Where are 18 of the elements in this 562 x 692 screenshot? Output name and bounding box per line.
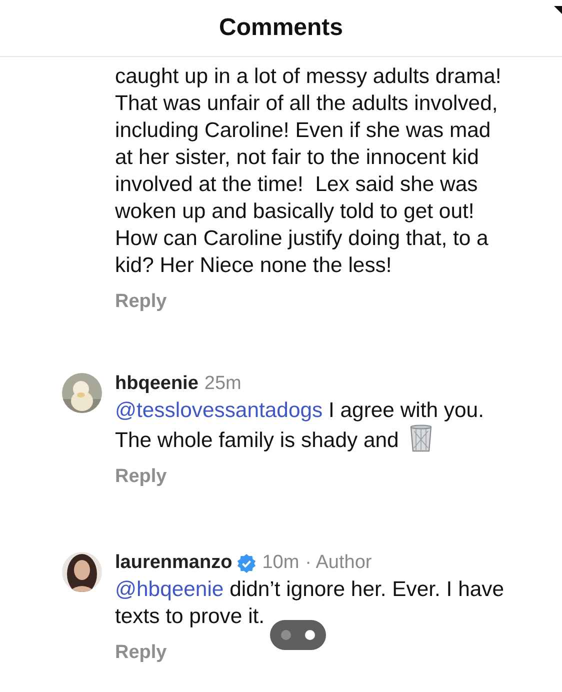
comment-text: caught up in a lot of messy adults drama! That was unfair of all the adults involved, including Caroline! Even if she was mad at her sister, not fair to the innocent kid involved at the time! Lex said she was woken up and basically told to get out! How can Caroline justify doing that, to a kid? Her Niece none the less! [115, 64, 502, 279]
header-title: Comments [218, 14, 344, 42]
username[interactable]: laurenmanzo [115, 552, 232, 574]
reply-button[interactable]: Reply [115, 466, 167, 488]
author-label: · Author [305, 552, 372, 574]
comment-time: 25m [204, 373, 242, 395]
comment-text: @tesslovessantadogs I agree with you. The whole family is shady and [115, 398, 485, 454]
reply-button[interactable]: Reply [115, 291, 167, 313]
mention-link[interactable]: @hbqeenie [115, 578, 224, 601]
page-dot[interactable] [281, 630, 291, 640]
page-indicator[interactable] [270, 620, 326, 650]
comment-text: @hbqeenie didn’t ignore her. Ever. I have texts to prove it. [115, 577, 506, 630]
caret-icon [554, 6, 562, 14]
comment-time: 10m [262, 552, 300, 574]
page-dot[interactable] [305, 630, 315, 640]
mention-link[interactable]: @tesslovessantadogs [115, 399, 323, 422]
reply-button[interactable]: Reply [115, 642, 167, 664]
username[interactable]: hbqeenie [115, 373, 198, 395]
